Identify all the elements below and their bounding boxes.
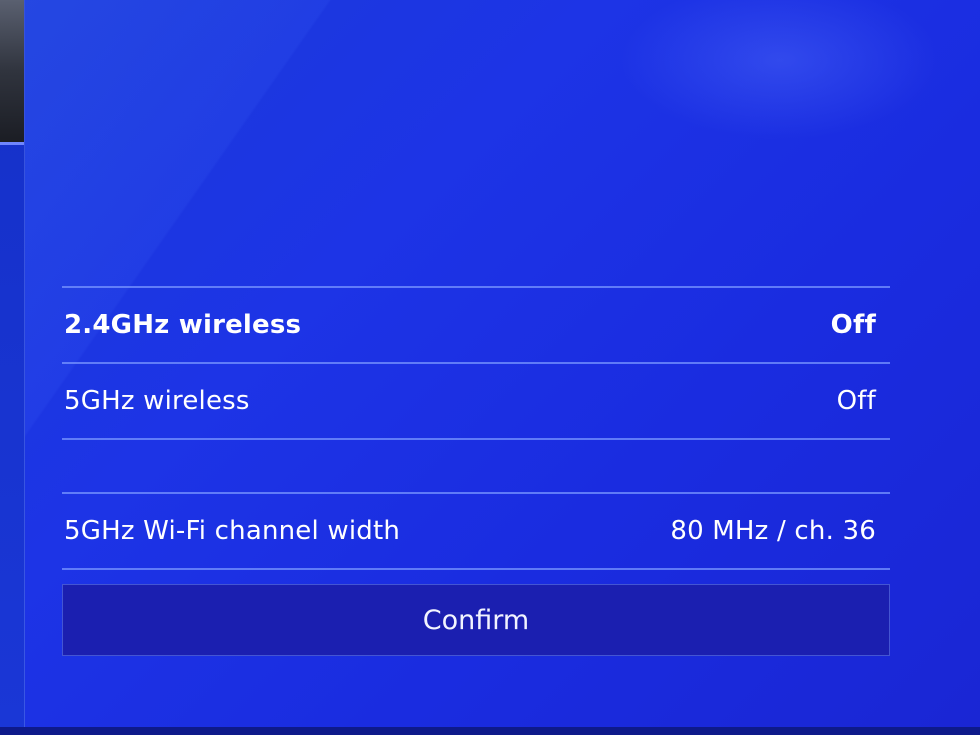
wireless-settings-list: 2.4GHz wireless Off 5GHz wireless Off 5G…	[62, 286, 890, 570]
setting-row-channel-width[interactable]: 5GHz Wi-Fi channel width 80 MHz / ch. 36	[62, 494, 890, 568]
setting-value: Off	[830, 310, 876, 340]
side-panel-edge	[0, 0, 25, 735]
setting-label: 5GHz Wi-Fi channel width	[64, 516, 401, 546]
bottom-edge	[0, 727, 980, 735]
divider	[62, 568, 890, 570]
setting-row-empty	[62, 440, 890, 492]
setting-value: 80 MHz / ch. 36	[670, 516, 876, 546]
background-glow	[620, 0, 940, 140]
setting-label: 5GHz wireless	[64, 386, 250, 416]
setting-label: 2.4GHz wireless	[64, 310, 302, 340]
side-panel-accent	[0, 142, 24, 145]
setting-value: Off	[836, 386, 876, 416]
setting-row-5ghz-wireless[interactable]: 5GHz wireless Off	[62, 364, 890, 438]
setting-row-2-4ghz-wireless[interactable]: 2.4GHz wireless Off	[62, 288, 890, 362]
side-panel-thumbnail	[0, 0, 24, 142]
confirm-button[interactable]: Confirm	[62, 584, 890, 656]
